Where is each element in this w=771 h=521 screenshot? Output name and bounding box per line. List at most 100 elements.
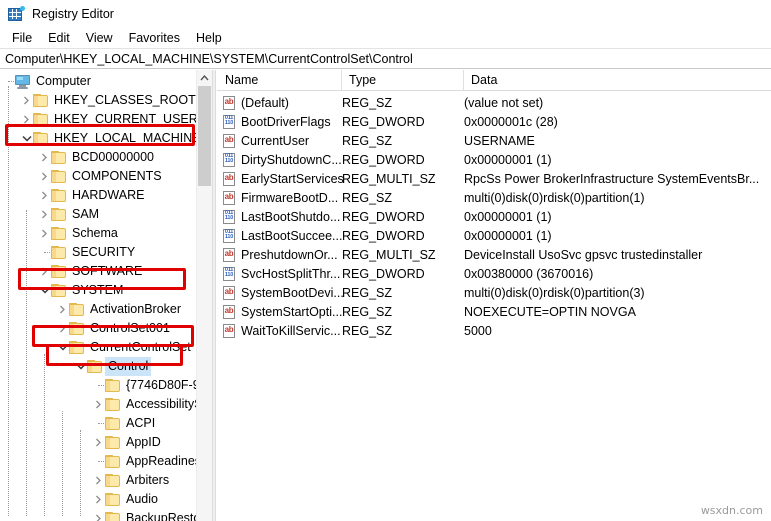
tree-item-hkey-local-machine[interactable]: HKEY_LOCAL_MACHINE xyxy=(0,129,196,148)
folder-icon xyxy=(33,113,49,126)
chevron-right-icon[interactable] xyxy=(38,205,51,224)
chevron-right-icon[interactable] xyxy=(92,471,105,490)
scroll-up-arrow-icon[interactable] xyxy=(197,70,212,86)
registry-value-row[interactable]: abSystemStartOpti...REG_SZ NOEXECUTE=OPT… xyxy=(217,303,771,322)
tree-item-software[interactable]: SOFTWARE xyxy=(0,262,196,281)
tree-item-bcd00000000[interactable]: BCD00000000 xyxy=(0,148,196,167)
registry-value-row[interactable]: 011110SvcHostSplitThr...REG_DWORD0x00380… xyxy=(217,265,771,284)
chevron-right-icon[interactable] xyxy=(92,395,105,414)
tree-scrollbar-thumb[interactable] xyxy=(198,86,211,186)
tree-item-label: Schema xyxy=(72,224,118,243)
tree-item-accessibilitysetti[interactable]: AccessibilitySetti xyxy=(0,395,196,414)
value-type: REG_SZ xyxy=(342,303,392,322)
chevron-down-icon[interactable] xyxy=(20,129,33,148)
string-value-icon: ab xyxy=(222,191,237,206)
tree-item-control[interactable]: Control xyxy=(0,357,196,376)
chevron-right-icon[interactable] xyxy=(20,91,33,110)
folder-icon xyxy=(105,493,121,506)
menu-item-view[interactable]: View xyxy=(79,29,120,47)
registry-tree[interactable]: ComputerHKEY_CLASSES_ROOTHKEY_CURRENT_US… xyxy=(0,72,196,521)
registry-value-row[interactable]: 011110DirtyShutdownC...REG_DWORD0x000000… xyxy=(217,151,771,170)
tree-item-appreadiness[interactable]: AppReadiness xyxy=(0,452,196,471)
folder-icon xyxy=(51,170,67,183)
tree-item-label: Control xyxy=(105,357,151,376)
tree-connector xyxy=(38,243,51,262)
value-data: 0x0000001c (28) xyxy=(464,113,558,132)
value-name: LastBootShutdo... xyxy=(241,208,340,227)
value-name: SystemStartOpti... xyxy=(241,303,342,322)
registry-value-row[interactable]: ab(Default)REG_SZ(value not set) xyxy=(217,94,771,113)
chevron-right-icon[interactable] xyxy=(38,148,51,167)
chevron-right-icon[interactable] xyxy=(56,300,69,319)
tree-item-arbiters[interactable]: Arbiters xyxy=(0,471,196,490)
chevron-down-icon[interactable] xyxy=(74,357,87,376)
chevron-right-icon[interactable] xyxy=(38,186,51,205)
tree-item-activationbroker[interactable]: ActivationBroker xyxy=(0,300,196,319)
tree-item-acpi[interactable]: ACPI xyxy=(0,414,196,433)
column-header-type[interactable]: Type xyxy=(341,70,463,90)
tree-item-computer[interactable]: Computer xyxy=(0,72,196,91)
chevron-right-icon[interactable] xyxy=(20,110,33,129)
registry-values-list[interactable]: ab(Default)REG_SZ(value not set)011110Bo… xyxy=(217,94,771,341)
value-type: REG_DWORD xyxy=(342,265,425,284)
registry-values-pane[interactable]: Name Type Data ab(Default)REG_SZ(value n… xyxy=(217,70,771,521)
tree-guide-line xyxy=(80,430,81,516)
tree-item-components[interactable]: COMPONENTS xyxy=(0,167,196,186)
registry-value-row[interactable]: 011110LastBootSuccee...REG_DWORD0x000000… xyxy=(217,227,771,246)
chevron-right-icon[interactable] xyxy=(38,167,51,186)
tree-item-hkey-current-user[interactable]: HKEY_CURRENT_USER xyxy=(0,110,196,129)
registry-value-row[interactable]: abCurrentUserREG_SZUSERNAME xyxy=(217,132,771,151)
tree-item-sam[interactable]: SAM xyxy=(0,205,196,224)
chevron-right-icon[interactable] xyxy=(92,433,105,452)
tree-item-backuprestore[interactable]: BackupRestore xyxy=(0,509,196,521)
tree-item-hkey-classes-root[interactable]: HKEY_CLASSES_ROOT xyxy=(0,91,196,110)
registry-value-row[interactable]: abWaitToKillServic...REG_SZ5000 xyxy=(217,322,771,341)
registry-value-row[interactable]: 011110LastBootShutdo...REG_DWORD0x000000… xyxy=(217,208,771,227)
chevron-right-icon[interactable] xyxy=(38,224,51,243)
list-header: Name Type Data xyxy=(217,70,771,91)
tree-item-audio[interactable]: Audio xyxy=(0,490,196,509)
value-data: multi(0)disk(0)rdisk(0)partition(1) xyxy=(464,189,645,208)
chevron-down-icon[interactable] xyxy=(56,338,69,357)
tree-item-appid[interactable]: AppID xyxy=(0,433,196,452)
registry-value-row[interactable]: abPreshutdownOr...REG_MULTI_SZDeviceInst… xyxy=(217,246,771,265)
pane-splitter[interactable] xyxy=(212,70,216,521)
menu-item-edit[interactable]: Edit xyxy=(41,29,77,47)
menu-item-favorites[interactable]: Favorites xyxy=(122,29,187,47)
tree-item-system[interactable]: SYSTEM xyxy=(0,281,196,300)
column-header-name[interactable]: Name xyxy=(217,70,341,90)
tree-item-label: SYSTEM xyxy=(72,281,123,300)
address-bar[interactable]: Computer\HKEY_LOCAL_MACHINE\SYSTEM\Curre… xyxy=(0,48,771,69)
registry-tree-pane[interactable]: ComputerHKEY_CLASSES_ROOTHKEY_CURRENT_US… xyxy=(0,70,212,521)
chevron-right-icon[interactable] xyxy=(92,490,105,509)
registry-value-row[interactable]: abEarlyStartServicesREG_MULTI_SZRpcSs Po… xyxy=(217,170,771,189)
tree-item-currentcontrolset[interactable]: CurrentControlSet xyxy=(0,338,196,357)
registry-value-row[interactable]: abFirmwareBootD...REG_SZmulti(0)disk(0)r… xyxy=(217,189,771,208)
column-header-data[interactable]: Data xyxy=(463,70,771,90)
menu-item-help[interactable]: Help xyxy=(189,29,229,47)
tree-scrollbar[interactable] xyxy=(196,70,212,521)
value-name: (Default) xyxy=(241,94,289,113)
dword-value-icon: 011110 xyxy=(222,210,237,225)
tree-item-controlset001[interactable]: ControlSet001 xyxy=(0,319,196,338)
tree-item-7746d80f-97e0[interactable]: {7746D80F-97E0- xyxy=(0,376,196,395)
folder-icon xyxy=(51,189,67,202)
chevron-right-icon[interactable] xyxy=(56,319,69,338)
address-path[interactable]: Computer\HKEY_LOCAL_MACHINE\SYSTEM\Curre… xyxy=(5,52,413,66)
tree-item-schema[interactable]: Schema xyxy=(0,224,196,243)
tree-item-security[interactable]: SECURITY xyxy=(0,243,196,262)
dword-value-icon: 011110 xyxy=(222,115,237,130)
chevron-down-icon[interactable] xyxy=(38,281,51,300)
chevron-right-icon[interactable] xyxy=(38,262,51,281)
folder-icon xyxy=(33,132,49,145)
tree-item-label: Arbiters xyxy=(126,471,169,490)
dword-value-icon: 011110 xyxy=(222,229,237,244)
folder-icon xyxy=(69,322,85,335)
window-title: Registry Editor xyxy=(32,7,114,21)
registry-value-row[interactable]: 011110BootDriverFlagsREG_DWORD0x0000001c… xyxy=(217,113,771,132)
menu-item-file[interactable]: File xyxy=(5,29,39,47)
registry-value-row[interactable]: abSystemBootDevi...REG_SZmulti(0)disk(0)… xyxy=(217,284,771,303)
value-data: DeviceInstall UsoSvc gpsvc trustedinstal… xyxy=(464,246,702,265)
tree-item-hardware[interactable]: HARDWARE xyxy=(0,186,196,205)
chevron-right-icon[interactable] xyxy=(92,509,105,521)
